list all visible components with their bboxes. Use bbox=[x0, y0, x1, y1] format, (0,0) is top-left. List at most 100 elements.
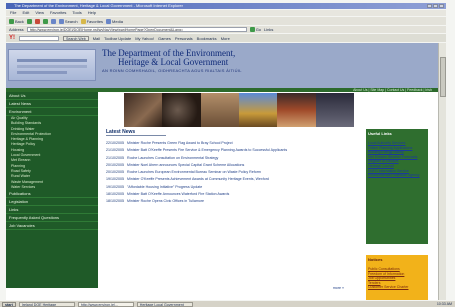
favorites-button[interactable]: Favorites bbox=[80, 18, 104, 24]
address-bar: Address http://www.environ.ie/DOEI/DOEIH… bbox=[6, 26, 446, 33]
linkbar-bookmarks[interactable]: Bookmarks bbox=[197, 36, 217, 41]
news-date: 22/10/2005 bbox=[106, 141, 124, 145]
news-link[interactable]: Minister Batt O'Keeffe Announces Waterfo… bbox=[127, 192, 229, 196]
search-web-button[interactable]: Search Web bbox=[63, 35, 89, 41]
news-date: 20/10/2005 bbox=[106, 170, 124, 175]
back-button[interactable]: Back bbox=[9, 18, 24, 24]
taskbar-item-3[interactable]: Heritage Local Government bbox=[136, 301, 193, 307]
news-date: 19/10/2005 bbox=[106, 184, 124, 189]
browser-toolbar: Back Search Favorites Media bbox=[6, 17, 446, 25]
menu-edit[interactable]: Edit bbox=[22, 10, 29, 16]
menu-view[interactable]: View bbox=[35, 10, 44, 16]
department-logo[interactable] bbox=[8, 49, 96, 81]
window-controls bbox=[427, 4, 444, 8]
menu-favorites[interactable]: Favorites bbox=[50, 10, 66, 16]
news-link[interactable]: "Affordable Housing Initiative" Progress… bbox=[127, 185, 202, 189]
menu-file[interactable]: File bbox=[10, 10, 16, 16]
links-label[interactable]: Links bbox=[264, 27, 273, 32]
banner-photo-6 bbox=[315, 93, 354, 127]
news-item: 21/10/2005 Roche Launches Consultation on… bbox=[106, 156, 346, 160]
search-icon bbox=[58, 18, 64, 24]
linkbar-my-yahoo[interactable]: My Yahoo! bbox=[135, 36, 154, 41]
linkbar-toolbar-update[interactable]: Toolbar Update bbox=[104, 36, 131, 41]
nav-item[interactable]: Environment bbox=[6, 108, 98, 116]
news-link[interactable]: Minister Roche Presents Green Flag Award… bbox=[127, 141, 233, 145]
news-date: 21/10/2005 bbox=[106, 155, 124, 160]
window-title-bar: The Department of the Environment, Herit… bbox=[6, 3, 446, 9]
useful-links-panel: Useful Links Local Authority Services Onl… bbox=[366, 129, 428, 244]
banner-photo-2 bbox=[162, 93, 201, 127]
nav-item[interactable]: Job Vacancies bbox=[6, 222, 98, 231]
news-link[interactable]: Roche Launches European Environmental Bu… bbox=[127, 170, 261, 174]
menu-help[interactable]: Help bbox=[88, 10, 96, 16]
taskbar-item-2[interactable]: http://www.environ.ie/... bbox=[77, 301, 134, 307]
go-icon bbox=[249, 27, 255, 32]
refresh-button[interactable] bbox=[42, 18, 48, 24]
site-header: The Department of the Environment, Herit… bbox=[6, 43, 438, 88]
news-link[interactable]: Minister Batt O'Keeffe Presents Fire Ser… bbox=[127, 148, 287, 152]
nav-item[interactable]: Links bbox=[6, 206, 98, 215]
latest-news-heading: Latest News bbox=[106, 129, 166, 136]
more-news-link[interactable]: more » bbox=[333, 286, 344, 290]
home-icon bbox=[50, 18, 56, 24]
linkbar-personals[interactable]: Personals bbox=[175, 36, 193, 41]
news-item: 22/10/2005 Minister Roche Presents Green … bbox=[106, 141, 346, 145]
yahoo-logo-icon[interactable]: Y! bbox=[9, 35, 15, 41]
window-title: The Department of the Environment, Herit… bbox=[14, 3, 183, 8]
address-label: Address bbox=[9, 27, 24, 32]
notices-list: Public Consultations Freedom of Informati… bbox=[368, 267, 426, 290]
news-link[interactable]: Roche Launches Consultation on Environme… bbox=[127, 156, 218, 160]
start-button[interactable]: start bbox=[2, 301, 16, 307]
stop-button[interactable] bbox=[34, 18, 40, 24]
panel-link[interactable]: Customer Service Charter bbox=[368, 285, 426, 290]
media-button[interactable]: Media bbox=[106, 18, 123, 24]
search-label: Search bbox=[64, 18, 78, 24]
address-input[interactable]: http://www.environ.ie/DOEI/DOEIHome.nsf/… bbox=[26, 27, 247, 32]
menu-tools[interactable]: Tools bbox=[72, 10, 81, 16]
toolbar-search-input[interactable] bbox=[19, 35, 59, 41]
news-list: 22/10/2005 Minister Roche Presents Green … bbox=[106, 141, 346, 204]
banner-photo-1 bbox=[124, 93, 163, 127]
scrollbar-thumb[interactable] bbox=[440, 57, 446, 97]
minimize-icon[interactable] bbox=[427, 4, 432, 8]
forward-button[interactable] bbox=[26, 18, 32, 24]
left-navigation: About Us Latest News Environment Air Qualit… bbox=[6, 92, 98, 288]
media-label: Media bbox=[112, 18, 123, 24]
media-icon bbox=[106, 18, 112, 24]
home-button[interactable] bbox=[50, 18, 56, 24]
notices-title: Notices bbox=[368, 257, 383, 262]
news-link[interactable]: Minister Noel Ahern announces Special Ca… bbox=[127, 163, 244, 167]
vertical-scrollbar[interactable] bbox=[438, 43, 446, 300]
nav-item[interactable]: Legislation bbox=[6, 198, 98, 207]
nav-item[interactable]: Publications bbox=[6, 190, 98, 199]
news-date: 18/10/2005 bbox=[106, 192, 124, 197]
news-link[interactable]: Minister O'Keeffe Presents Achievement A… bbox=[127, 177, 269, 181]
news-item: 19/10/2005 Minister O'Keeffe Presents Ach… bbox=[106, 177, 346, 181]
banner-image-strip bbox=[124, 93, 354, 127]
links-toolbar: Y! Search Web Mail Toolbar Update My Yah… bbox=[6, 34, 446, 42]
linkbar-more[interactable]: More bbox=[221, 36, 230, 41]
go-button[interactable]: Go bbox=[249, 27, 261, 32]
news-link[interactable]: Minister Roche Opens Civic Offices in Tu… bbox=[127, 199, 204, 203]
favorites-icon bbox=[80, 18, 86, 24]
news-item: 21/10/2005 Minister Batt O'Keeffe Present… bbox=[106, 148, 346, 152]
site-title: The Department of the Environment, Herit… bbox=[102, 49, 235, 67]
linkbar-games[interactable]: Games bbox=[158, 36, 171, 41]
nav-item[interactable]: Latest News bbox=[6, 100, 98, 108]
search-button[interactable]: Search bbox=[58, 18, 78, 24]
windows-taskbar: start Ireland DOE Heritage http://www.en… bbox=[0, 301, 455, 307]
news-item: 18/10/2005 Minister Batt O'Keeffe Announc… bbox=[106, 192, 346, 196]
useful-links-title: Useful Links bbox=[368, 131, 392, 136]
quick-links[interactable]: About Us | Site Map | Contact Us | Feedb… bbox=[353, 88, 432, 92]
panel-link[interactable]: Environmental Protection Agency bbox=[368, 173, 426, 178]
linkbar-mail[interactable]: Mail bbox=[93, 36, 100, 41]
taskbar-item-1[interactable]: Ireland DOE Heritage bbox=[18, 301, 75, 307]
nav-item[interactable]: About Us bbox=[6, 92, 98, 100]
close-icon[interactable] bbox=[439, 4, 444, 8]
nav-item[interactable]: Frequently Asked Questions bbox=[6, 214, 98, 223]
maximize-icon[interactable] bbox=[433, 4, 438, 8]
banner-photo-5 bbox=[277, 93, 316, 127]
favorites-label: Favorites bbox=[86, 18, 104, 24]
news-date: 20/10/2005 bbox=[106, 162, 124, 167]
news-date: 21/10/2005 bbox=[106, 148, 124, 153]
